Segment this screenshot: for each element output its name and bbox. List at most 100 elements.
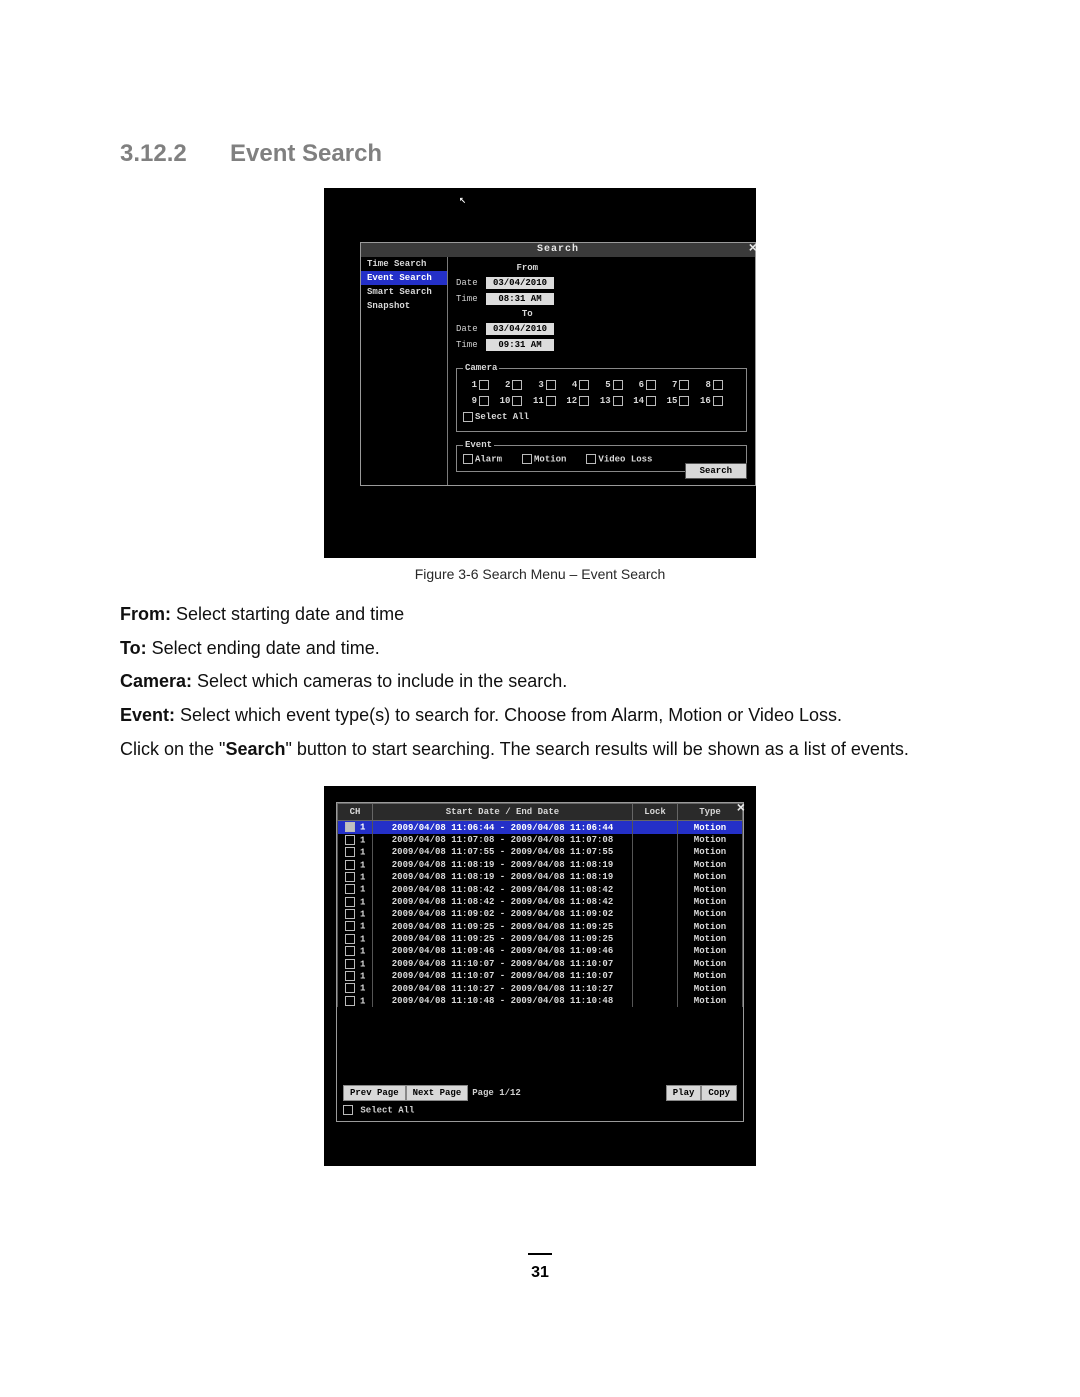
close-icon[interactable]: ×: [737, 801, 745, 817]
to-time-input[interactable]: 09:31 AM: [486, 339, 554, 351]
figure-search-menu: ↖ Search × Time SearchEvent SearchSmart …: [324, 188, 756, 558]
row-checkbox[interactable]: [345, 860, 355, 870]
figure-caption: Figure 3-6 Search Menu – Event Search: [120, 566, 960, 582]
event-motion-checkbox[interactable]: [522, 454, 532, 464]
camera-16-checkbox[interactable]: [713, 396, 723, 406]
to-label: To:: [120, 638, 147, 658]
from-time-label: Time: [456, 294, 486, 304]
page-number-value: 31: [531, 1264, 549, 1281]
col-date: Start Date / End Date: [373, 804, 633, 821]
from-date-input[interactable]: 03/04/2010: [486, 277, 554, 289]
table-row[interactable]: 12009/04/08 11:10:07 - 2009/04/08 11:10:…: [338, 970, 743, 982]
select-all-label: Select All: [475, 412, 529, 422]
body-text: From: Select starting date and time To: …: [120, 600, 960, 764]
row-checkbox[interactable]: [345, 835, 355, 845]
table-row[interactable]: 12009/04/08 11:06:44 - 2009/04/08 11:06:…: [338, 821, 743, 834]
camera-11-checkbox[interactable]: [546, 396, 556, 406]
camera-14-checkbox[interactable]: [646, 396, 656, 406]
event-legend: Event: [463, 440, 494, 450]
cursor-icon: ↖: [459, 192, 466, 207]
camera-legend: Camera: [463, 363, 499, 373]
copy-button[interactable]: Copy: [701, 1085, 737, 1101]
table-row[interactable]: 12009/04/08 11:09:46 - 2009/04/08 11:09:…: [338, 945, 743, 957]
to-time-label: Time: [456, 340, 486, 350]
event-text: Select which event type(s) to search for…: [175, 705, 842, 725]
close-icon[interactable]: ×: [749, 242, 757, 256]
from-time-input[interactable]: 08:31 AM: [486, 293, 554, 305]
camera-15-checkbox[interactable]: [679, 396, 689, 406]
click-text-pre: Click on the ": [120, 739, 225, 759]
table-row[interactable]: 12009/04/08 11:08:19 - 2009/04/08 11:08:…: [338, 871, 743, 883]
play-button[interactable]: Play: [666, 1085, 702, 1101]
dialog-title: Search: [361, 243, 755, 257]
row-checkbox[interactable]: [345, 897, 355, 907]
event-label: Event:: [120, 705, 175, 725]
camera-7-checkbox[interactable]: [679, 380, 689, 390]
search-button[interactable]: Search: [685, 463, 747, 479]
camera-1-checkbox[interactable]: [479, 380, 489, 390]
to-date-input[interactable]: 03/04/2010: [486, 323, 554, 335]
row-checkbox[interactable]: [345, 921, 355, 931]
page-indicator: Page 1/12: [472, 1088, 521, 1098]
table-row[interactable]: 12009/04/08 11:08:42 - 2009/04/08 11:08:…: [338, 896, 743, 908]
camera-13-checkbox[interactable]: [613, 396, 623, 406]
row-checkbox[interactable]: [345, 959, 355, 969]
camera-12-checkbox[interactable]: [579, 396, 589, 406]
click-text-post: " button to start searching. The search …: [285, 739, 908, 759]
camera-2-checkbox[interactable]: [512, 380, 522, 390]
figure-results: × CH Start Date / End Date Lock Type 120…: [324, 786, 756, 1166]
search-pane: From Date03/04/2010 Time08:31 AM To Date…: [448, 257, 755, 485]
click-button-name: Search: [225, 739, 285, 759]
from-heading: From: [456, 263, 599, 273]
section-heading: 3.12.2Event Search: [120, 140, 960, 168]
sidebar-item-event-search[interactable]: Event Search: [361, 271, 447, 285]
table-row[interactable]: 12009/04/08 11:09:02 - 2009/04/08 11:09:…: [338, 908, 743, 920]
camera-5-checkbox[interactable]: [613, 380, 623, 390]
sidebar-item-time-search[interactable]: Time Search: [361, 257, 447, 271]
sidebar: Time SearchEvent SearchSmart SearchSnaps…: [361, 257, 448, 485]
sidebar-item-snapshot[interactable]: Snapshot: [361, 299, 447, 313]
section-title: Event Search: [230, 140, 382, 167]
table-row[interactable]: 12009/04/08 11:09:25 - 2009/04/08 11:09:…: [338, 920, 743, 932]
table-row[interactable]: 12009/04/08 11:08:19 - 2009/04/08 11:08:…: [338, 859, 743, 871]
sidebar-item-smart-search[interactable]: Smart Search: [361, 285, 447, 299]
to-text: Select ending date and time.: [147, 638, 380, 658]
camera-6-checkbox[interactable]: [646, 380, 656, 390]
camera-4-checkbox[interactable]: [579, 380, 589, 390]
table-row[interactable]: 12009/04/08 11:07:08 - 2009/04/08 11:07:…: [338, 834, 743, 846]
table-row[interactable]: 12009/04/08 11:10:27 - 2009/04/08 11:10:…: [338, 982, 743, 994]
camera-9-checkbox[interactable]: [479, 396, 489, 406]
select-all-checkbox[interactable]: [463, 412, 473, 422]
row-checkbox[interactable]: [345, 909, 355, 919]
col-type: Type: [678, 804, 743, 821]
row-checkbox[interactable]: [345, 934, 355, 944]
row-checkbox[interactable]: [345, 983, 355, 993]
results-dialog: × CH Start Date / End Date Lock Type 120…: [336, 802, 744, 1122]
row-checkbox[interactable]: [345, 822, 355, 832]
page-number: 31: [120, 1246, 960, 1282]
col-lock: Lock: [633, 804, 678, 821]
row-checkbox[interactable]: [345, 946, 355, 956]
row-checkbox[interactable]: [345, 884, 355, 894]
table-row[interactable]: 12009/04/08 11:07:55 - 2009/04/08 11:07:…: [338, 846, 743, 858]
next-page-button[interactable]: Next Page: [406, 1085, 469, 1101]
event-alarm-checkbox[interactable]: [463, 454, 473, 464]
camera-8-checkbox[interactable]: [713, 380, 723, 390]
table-row[interactable]: 12009/04/08 11:10:07 - 2009/04/08 11:10:…: [338, 958, 743, 970]
from-label: From:: [120, 604, 171, 624]
table-row[interactable]: 12009/04/08 11:08:42 - 2009/04/08 11:08:…: [338, 883, 743, 895]
camera-label: Camera:: [120, 671, 192, 691]
from-date-label: Date: [456, 278, 486, 288]
row-checkbox[interactable]: [345, 872, 355, 882]
camera-3-checkbox[interactable]: [546, 380, 556, 390]
prev-page-button[interactable]: Prev Page: [343, 1085, 406, 1101]
event-video-loss-checkbox[interactable]: [586, 454, 596, 464]
row-checkbox[interactable]: [345, 971, 355, 981]
select-all-checkbox[interactable]: [343, 1105, 353, 1115]
row-checkbox[interactable]: [345, 996, 355, 1006]
camera-10-checkbox[interactable]: [512, 396, 522, 406]
table-row[interactable]: 12009/04/08 11:10:48 - 2009/04/08 11:10:…: [338, 995, 743, 1007]
table-row[interactable]: 12009/04/08 11:09:25 - 2009/04/08 11:09:…: [338, 933, 743, 945]
search-dialog: Search × Time SearchEvent SearchSmart Se…: [360, 242, 756, 486]
row-checkbox[interactable]: [345, 847, 355, 857]
